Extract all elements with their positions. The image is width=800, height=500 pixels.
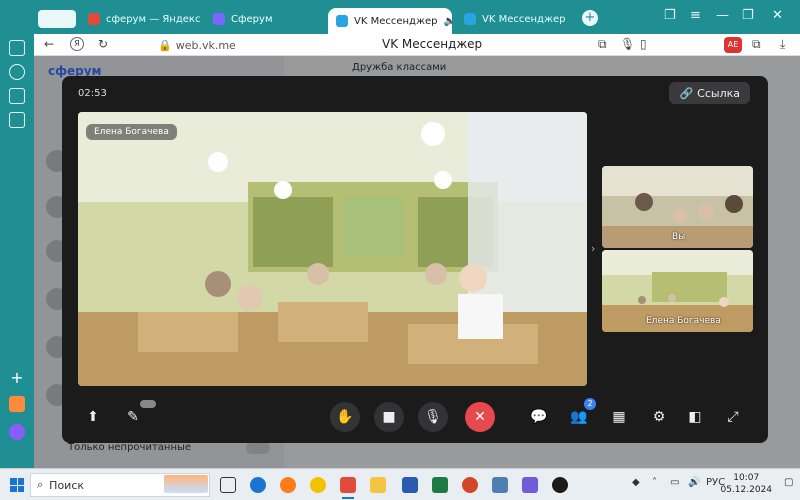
- maximize-button[interactable]: ❐: [742, 8, 754, 23]
- extensions-icon[interactable]: ⧉: [752, 37, 761, 52]
- speaker-icon: 🔈: [443, 15, 452, 27]
- call-timer: 02:53: [78, 88, 107, 99]
- tray-app-icon[interactable]: ◆: [632, 477, 640, 488]
- video-call-window: 02:53 🔗 Ссылка Елена Богачева › Вы Елена…: [62, 76, 768, 443]
- tab-sferum[interactable]: Сферум: [205, 8, 325, 30]
- edge-icon[interactable]: [250, 477, 266, 493]
- browser-sidebar: +: [0, 0, 34, 468]
- lock-icon: 🔒: [158, 38, 172, 52]
- download-icon[interactable]: ⤓: [780, 37, 785, 52]
- screen-share-button[interactable]: ⬆: [78, 402, 108, 432]
- profile-badge[interactable]: АЕ: [724, 37, 742, 53]
- volume-icon[interactable]: 🔊: [688, 477, 700, 488]
- search-icon: ⌕: [37, 478, 44, 491]
- firefox-icon[interactable]: [280, 477, 296, 493]
- chat-button[interactable]: 💬: [524, 402, 554, 432]
- participants-button[interactable]: 👥 2: [564, 398, 596, 432]
- self-video-tile[interactable]: Вы: [602, 166, 753, 248]
- reload-icon[interactable]: ↻: [98, 37, 108, 51]
- collections-icon[interactable]: [9, 40, 25, 56]
- back-icon[interactable]: ←: [44, 37, 54, 51]
- tab-search[interactable]: сферум — Яндекс: нашло: [80, 8, 200, 30]
- word-icon[interactable]: [402, 477, 418, 493]
- microphone-button[interactable]: 🎙: [418, 402, 448, 432]
- app-icon[interactable]: [522, 477, 538, 493]
- powerpoint-icon[interactable]: [462, 477, 478, 493]
- chevron-right-icon[interactable]: ›: [591, 242, 595, 255]
- minimize-button[interactable]: —: [716, 8, 729, 23]
- end-call-button[interactable]: ✕: [465, 402, 495, 432]
- url-field[interactable]: 🔒 web.vk.me: [158, 37, 236, 53]
- vk-icon: [336, 15, 348, 27]
- participant-label: Елена Богачева: [646, 316, 721, 326]
- yandex-icon: [88, 13, 100, 25]
- task-view-icon[interactable]: [220, 477, 236, 493]
- sound-toggle-button[interactable]: [38, 10, 76, 28]
- classroom-video-frame: [78, 112, 587, 386]
- copy-link-button[interactable]: 🔗 Ссылка: [669, 82, 750, 104]
- taskbar: ⌕ Поиск ◆ ˄ ▭ 🔊 РУС 10:07 05.12.2024 ▢: [0, 468, 800, 500]
- search-highlight-image: [164, 475, 208, 493]
- beta-pill: [140, 400, 156, 408]
- tab-vk-messenger-active[interactable]: VK Мессенджер 🔈 ×: [328, 8, 452, 34]
- notifications-icon[interactable]: ▢: [784, 477, 793, 488]
- bookmark-icon[interactable]: ▯: [640, 37, 647, 51]
- excel-icon[interactable]: [432, 477, 448, 493]
- picture-in-picture-button[interactable]: ◧: [680, 402, 710, 432]
- participant-video-tile[interactable]: Елена Богачева: [602, 250, 753, 332]
- participants-icon: 👥: [570, 409, 588, 425]
- grid-view-button[interactable]: ▦: [604, 402, 634, 432]
- link-icon: 🔗: [679, 86, 694, 100]
- self-label: Вы: [672, 232, 686, 242]
- page-title: VK Мессенджер: [382, 37, 483, 51]
- start-button[interactable]: [10, 478, 24, 492]
- sferum-icon: [213, 13, 225, 25]
- system-clock[interactable]: 10:07 05.12.2024: [720, 472, 772, 496]
- main-video-tile[interactable]: Елена Богачева: [78, 112, 587, 386]
- screenshot-icon[interactable]: [9, 112, 25, 128]
- add-icon[interactable]: +: [9, 370, 25, 386]
- notes-icon[interactable]: [9, 88, 25, 104]
- show-hidden-icons[interactable]: ˄: [652, 477, 657, 488]
- raise-hand-button[interactable]: ✋: [330, 402, 360, 432]
- address-bar: ← Я ↻ 🔒 web.vk.me VK Мессенджер ⧉ 🎙 ▯ АЕ…: [34, 34, 800, 56]
- tab-strip: сферум — Яндекс: нашло Сферум VK Мессенд…: [0, 0, 800, 34]
- participant-name-label: Елена Богачева: [86, 124, 177, 140]
- menu-icon[interactable]: ≡: [690, 8, 701, 23]
- app-icon[interactable]: [552, 477, 568, 493]
- app-icon[interactable]: [9, 396, 25, 412]
- close-window-button[interactable]: ✕: [772, 8, 783, 23]
- explorer-icon[interactable]: [370, 477, 386, 493]
- collections-icon[interactable]: ❐: [664, 8, 676, 23]
- tab-vk-messenger[interactable]: VK Мессенджер: [456, 8, 576, 30]
- app-icon[interactable]: [492, 477, 508, 493]
- settings-button[interactable]: ⚙: [644, 402, 674, 432]
- network-icon[interactable]: ▭: [670, 477, 679, 488]
- camera-button[interactable]: ■: [374, 402, 404, 432]
- participants-count-badge: 2: [584, 398, 596, 410]
- chrome-icon[interactable]: [310, 477, 326, 493]
- new-tab-button[interactable]: +: [582, 10, 598, 26]
- play-icon[interactable]: [9, 64, 25, 80]
- fullscreen-button[interactable]: ⤢: [718, 402, 748, 432]
- yandex-browser-icon[interactable]: [340, 477, 356, 499]
- copy-icon[interactable]: ⧉: [598, 37, 607, 52]
- alice-icon[interactable]: [9, 424, 25, 440]
- vk-icon: [464, 13, 476, 25]
- microphone-icon[interactable]: 🎙: [620, 37, 635, 51]
- yandex-logo-icon[interactable]: Я: [70, 37, 84, 51]
